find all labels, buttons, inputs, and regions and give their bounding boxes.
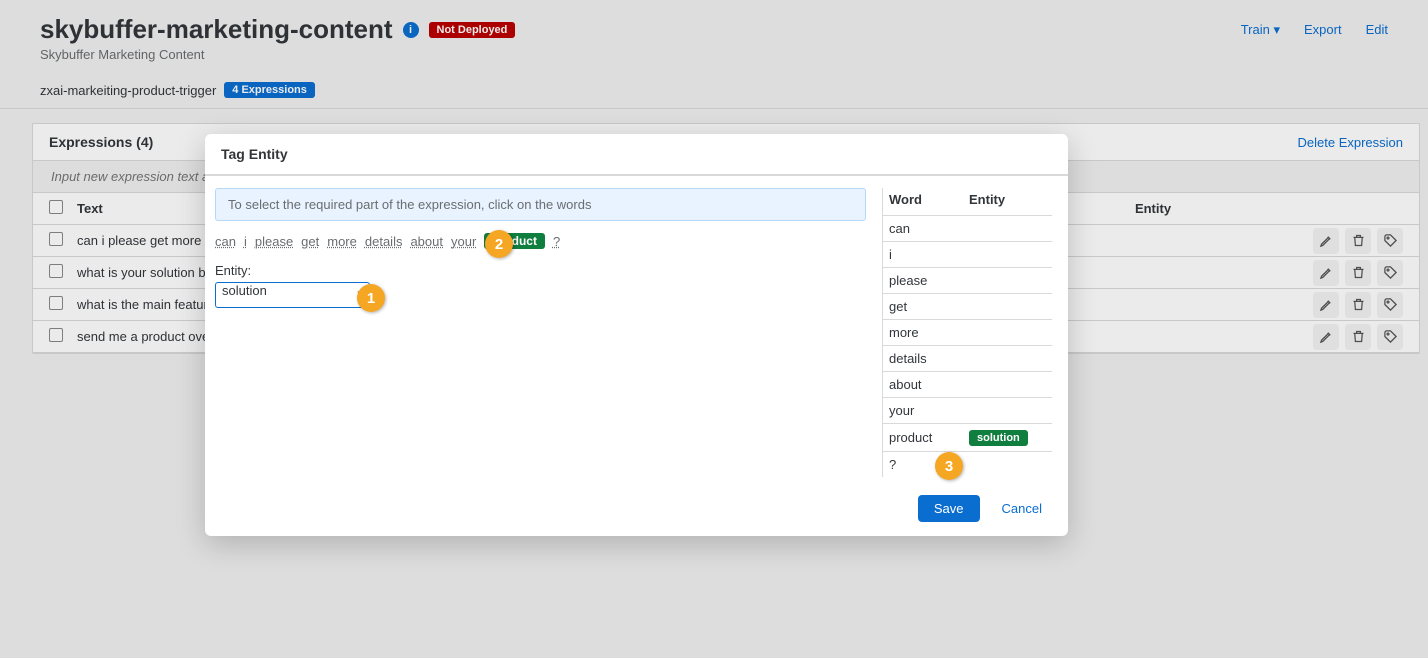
word-col-header: Word: [889, 192, 969, 207]
word-cell: please: [889, 273, 969, 288]
cancel-button[interactable]: Cancel: [996, 495, 1048, 522]
word-cell: more: [889, 325, 969, 340]
entity-label: Entity:: [215, 263, 866, 278]
word-cell: about: [889, 377, 969, 392]
tag-entity-modal: Tag Entity To select the required part o…: [205, 134, 1068, 536]
word-cell: get: [889, 299, 969, 314]
modal-title: Tag Entity: [205, 134, 1068, 175]
word-row: productsolution: [883, 423, 1052, 451]
word-row: more: [883, 319, 1052, 345]
token[interactable]: more: [327, 234, 357, 249]
word-row: ?: [883, 451, 1052, 477]
word-row: can: [883, 215, 1052, 241]
token-list: canipleasegetmoredetailsaboutyourproduct…: [215, 233, 866, 249]
entity-col-header: Entity: [969, 192, 1005, 207]
entity-tag: solution: [969, 430, 1028, 446]
word-cell: i: [889, 247, 969, 262]
token[interactable]: can: [215, 234, 236, 249]
token[interactable]: details: [365, 234, 403, 249]
step-badge-1: 1: [357, 284, 385, 312]
token[interactable]: your: [451, 234, 476, 249]
word-row: your: [883, 397, 1052, 423]
word-row: please: [883, 267, 1052, 293]
step-badge-2: 2: [485, 230, 513, 258]
word-row: details: [883, 345, 1052, 371]
entity-select[interactable]: solution: [215, 282, 370, 308]
word-row: about: [883, 371, 1052, 397]
token[interactable]: ?: [553, 234, 560, 249]
word-cell: can: [889, 221, 969, 236]
save-button[interactable]: Save: [918, 495, 980, 522]
word-cell: details: [889, 351, 969, 366]
info-banner: To select the required part of the expre…: [215, 188, 866, 221]
word-cell: your: [889, 403, 969, 418]
step-badge-3: 3: [935, 452, 963, 480]
word-row: i: [883, 241, 1052, 267]
token[interactable]: get: [301, 234, 319, 249]
token[interactable]: please: [255, 234, 293, 249]
word-row: get: [883, 293, 1052, 319]
token[interactable]: i: [244, 234, 247, 249]
word-cell: product: [889, 430, 969, 445]
token[interactable]: about: [410, 234, 443, 249]
